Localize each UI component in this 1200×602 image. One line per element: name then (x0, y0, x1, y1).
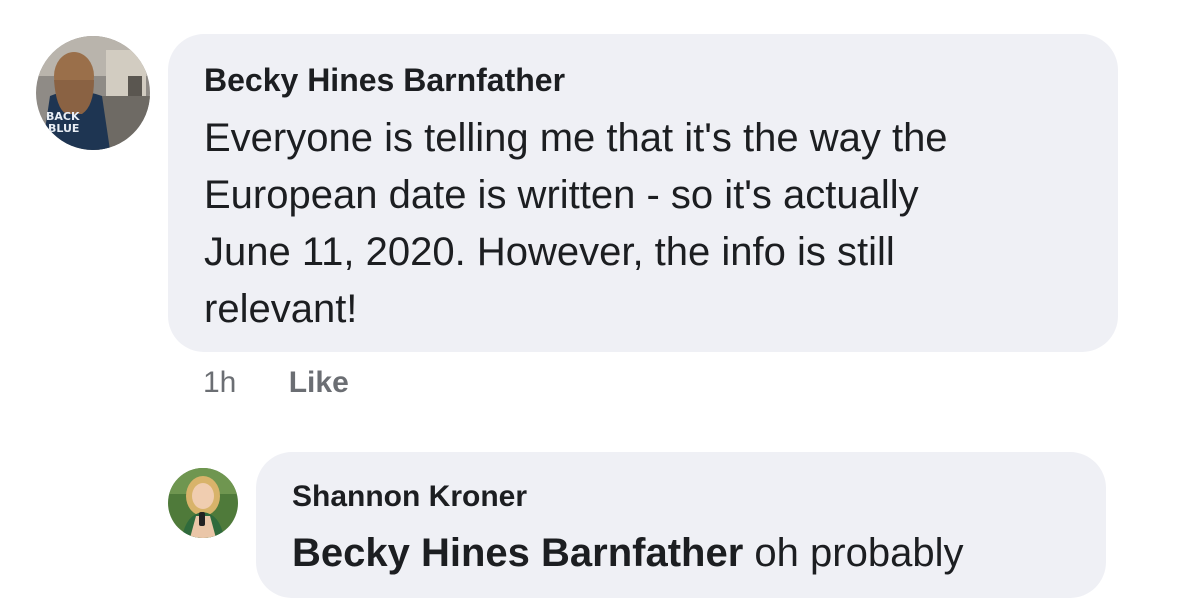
svg-text:BLUE: BLUE (48, 122, 79, 135)
comment-text-line: European date is written - so it's actua… (204, 173, 919, 217)
profile-photo-woman-green-icon (168, 468, 238, 538)
comment-actions: 1h Like (203, 364, 349, 402)
comment-text-line: June 11, 2020. However, the info is stil… (204, 230, 895, 274)
avatar-becky-hines-barnfather[interactable]: BACK BLUE (36, 36, 150, 150)
reply-author-name[interactable]: Shannon Kroner (292, 478, 527, 516)
mention-link[interactable]: Becky Hines Barnfather (292, 531, 743, 575)
reply-text: Becky Hines Barnfather oh probably (292, 526, 963, 580)
comment-text-line: Everyone is telling me that it's the way… (204, 116, 948, 160)
profile-photo-back-the-blue-icon: BACK BLUE (36, 36, 150, 150)
like-button[interactable]: Like (289, 366, 349, 399)
reply-message: oh probably (754, 531, 964, 575)
comment-timestamp[interactable]: 1h (203, 366, 236, 399)
comment-text-line: relevant! (204, 287, 358, 331)
comment-text: Everyone is telling me that it's the way… (204, 110, 948, 338)
comment-author-name[interactable]: Becky Hines Barnfather (204, 60, 565, 100)
avatar-shannon-kroner[interactable] (168, 468, 238, 538)
